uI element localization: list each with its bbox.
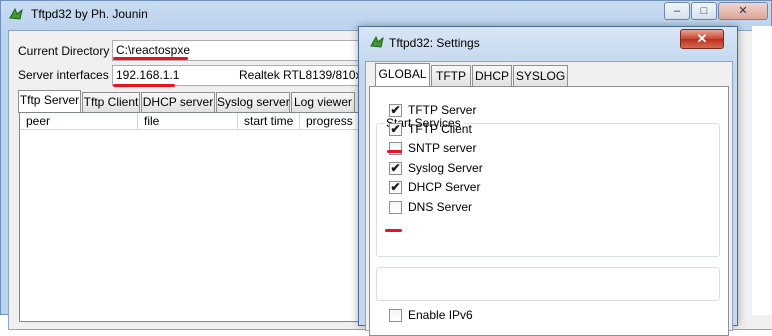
annotation-underline <box>113 57 188 60</box>
background-edge <box>752 26 772 315</box>
window-title: Tftpd32 by Ph. Jounin <box>31 7 148 21</box>
ipv6-group <box>376 267 720 301</box>
settings-dialog: Tftpd32: Settings ✕ GLOBAL TFTP DHCP SYS… <box>358 26 738 336</box>
annotation-underline <box>387 150 402 153</box>
column-header-progress[interactable]: progress <box>300 113 362 130</box>
tab-dhcp[interactable]: DHCP <box>472 65 512 86</box>
dialog-app-icon <box>369 34 385 50</box>
service-label: SNTP server <box>408 141 477 155</box>
service-label: TFTP Client <box>408 122 472 136</box>
service-checkbox[interactable] <box>389 142 402 155</box>
column-header-peer[interactable]: peer <box>20 113 138 130</box>
server-ip: 192.168.1.1 <box>116 68 180 82</box>
annotation-underline <box>385 229 402 232</box>
server-interfaces-select[interactable]: 192.168.1.1 Realtek RTL8139/810x F <box>112 65 372 86</box>
current-directory-label: Current Directory <box>18 44 110 58</box>
tab-tftp-server[interactable]: Tftp Server <box>18 90 81 113</box>
transfer-list[interactable]: peer file start time progress <box>19 112 362 322</box>
tab-tftp-client[interactable]: Tftp Client <box>82 92 140 112</box>
service-checkbox[interactable]: ✔ <box>389 181 402 194</box>
service-label: DHCP Server <box>408 180 481 194</box>
tab-syslog[interactable]: SYSLOG <box>513 65 568 86</box>
ipv6-checkbox[interactable] <box>389 309 402 322</box>
tab-syslog-server[interactable]: Syslog server <box>216 92 290 112</box>
tab-dhcp-server[interactable]: DHCP server <box>141 92 215 112</box>
server-interfaces-label: Server interfaces <box>18 68 109 82</box>
column-header-file[interactable]: file <box>138 113 238 130</box>
column-header-start-time[interactable]: start time <box>238 113 300 130</box>
service-checkbox[interactable] <box>389 201 402 214</box>
annotation-underline <box>113 84 175 87</box>
dialog-close-button[interactable]: ✕ <box>680 29 724 49</box>
service-checkbox[interactable]: ✔ <box>389 162 402 175</box>
tab-tftp[interactable]: TFTP <box>431 65 471 86</box>
app-icon <box>8 6 24 22</box>
global-tab-panel: Start Services ✔ TFTP Server ✔ TFTP Client S… <box>369 86 729 336</box>
maximize-button[interactable]: □ <box>691 2 717 20</box>
close-button[interactable]: ✕ <box>718 2 768 20</box>
adapter-name: Realtek RTL8139/810x F <box>239 68 372 82</box>
service-label: TFTP Server <box>408 103 477 117</box>
dialog-title: Tftpd32: Settings <box>389 36 480 50</box>
service-label: DNS Server <box>408 200 473 214</box>
ipv6-label: Enable IPv6 <box>408 308 473 322</box>
tab-log-viewer[interactable]: Log viewer <box>291 92 355 112</box>
service-checkbox[interactable]: ✔ <box>389 104 402 117</box>
minimize-button[interactable]: – <box>664 2 690 20</box>
tab-global[interactable]: GLOBAL <box>375 63 430 87</box>
service-label: Syslog Server <box>408 161 483 175</box>
service-checkbox[interactable]: ✔ <box>389 123 402 136</box>
